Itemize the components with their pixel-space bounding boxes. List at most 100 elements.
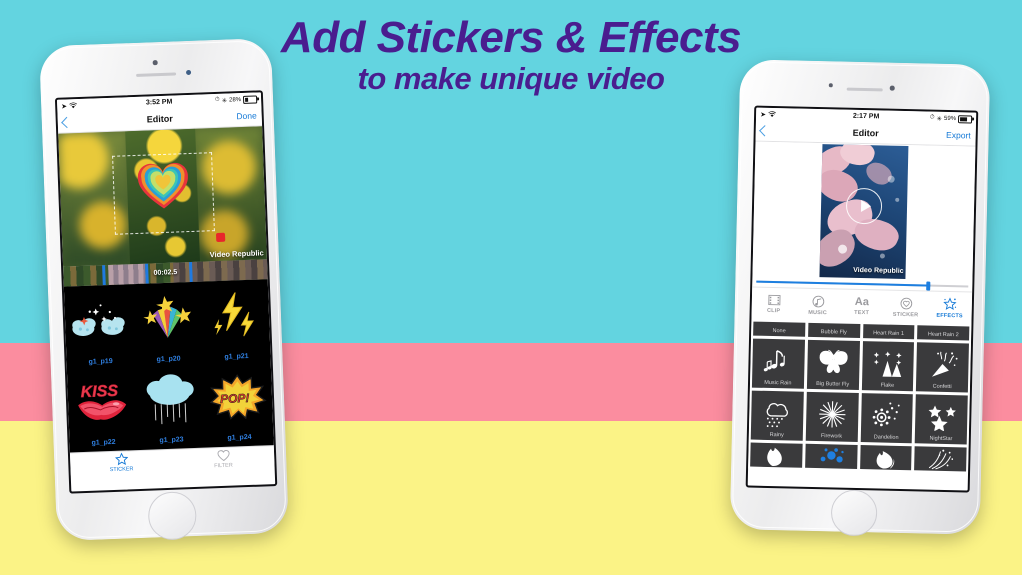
front-camera-icon [828, 83, 833, 88]
status-right-icons: ⏱ ✳ 28% [214, 94, 258, 105]
tab-label: TEXT [854, 309, 870, 316]
editor-tab-bar: CLIP MUSIC Aa TEXT STICKER EFFECTS [751, 286, 973, 325]
tab-filter[interactable]: FILTER [172, 446, 275, 472]
effect-item[interactable]: Confetti [916, 342, 969, 393]
sticker-label: g1_p20 [156, 355, 181, 364]
effect-label: None [772, 328, 786, 335]
tab-effects[interactable]: EFFECTS [927, 292, 972, 325]
effects-grid: None Bubble Fly Heart Rain 1 Heart Rain … [750, 321, 970, 472]
sticker-label: g1_p23 [159, 436, 184, 445]
clouds-sparkle-sticker [64, 292, 134, 348]
sticker-item[interactable]: g1_p21 [200, 283, 271, 366]
effect-item[interactable]: Heart Rain 1 [862, 324, 915, 340]
effect-item[interactable]: NightStar [914, 394, 968, 445]
done-button[interactable]: Done [236, 110, 257, 121]
lightning-bolt-sticker [200, 287, 270, 343]
phone-right: ➤ 2:17 PM ⏱ ✳ 59% Editor Export Video Re… [729, 59, 991, 537]
phone-left-screen: ➤ 3:52 PM ⏱ ✳ 28% Editor Done Video Repu… [54, 90, 278, 494]
earpiece-speaker [136, 72, 177, 77]
status-right-icons: ⏱ ✳ 59% [930, 114, 973, 123]
effect-label: Heart Rain 2 [927, 331, 959, 339]
home-button[interactable] [147, 490, 198, 541]
export-button[interactable]: Export [946, 130, 971, 141]
effect-item[interactable]: Heart Rain 2 [917, 325, 970, 341]
star-burst-sticker [132, 290, 202, 346]
effect-item[interactable] [914, 446, 967, 472]
film-icon [767, 294, 781, 306]
flame-icon [767, 447, 782, 467]
effect-item[interactable] [859, 445, 912, 471]
tab-sticker[interactable]: STICKER [70, 450, 173, 476]
effect-item[interactable]: Firework [805, 391, 859, 442]
proximity-sensor-icon [185, 69, 192, 76]
sticker-label: g1_p19 [88, 357, 113, 366]
effect-item[interactable]: Music Rain [751, 338, 805, 389]
effect-label: Confetti [932, 383, 952, 391]
svg-text:POP!: POP! [220, 391, 250, 406]
screenshot-stage: Add Stickers & Effects to make unique vi… [0, 0, 1022, 575]
battery-icon [957, 114, 973, 123]
music-note-icon [763, 349, 785, 371]
record-indicator-icon [216, 233, 226, 243]
effect-label: Flake [880, 382, 895, 389]
sticker-item[interactable]: KISS g1_p22 [67, 369, 138, 452]
fire-icon [876, 451, 895, 469]
blue-bubbles-icon [820, 448, 844, 463]
music-note-icon [812, 295, 824, 307]
effect-label: Firework [820, 433, 843, 440]
bluetooth-icon: ✳ [936, 115, 943, 123]
butterfly-icon [819, 349, 848, 373]
timeline-clip[interactable] [107, 263, 146, 286]
effect-item[interactable]: None [753, 321, 806, 337]
battery-percent-left: 28% [228, 96, 242, 103]
effects-panel: None Bubble Fly Heart Rain 1 Heart Rain … [748, 319, 972, 474]
page-title-left: Editor [146, 113, 173, 125]
effect-label: NightStar [929, 435, 953, 443]
effect-item[interactable]: Dandelion [860, 393, 914, 444]
effect-item[interactable]: Flake [861, 341, 915, 392]
tab-text[interactable]: Aa TEXT [839, 290, 884, 323]
effect-item[interactable]: Rainy [750, 390, 804, 441]
timeline-playhead[interactable] [144, 263, 149, 284]
phone-left: ➤ 3:52 PM ⏱ ✳ 28% Editor Done Video Repu… [39, 37, 289, 542]
tab-label: EFFECTS [936, 312, 963, 320]
tab-music[interactable]: MUSIC [795, 289, 840, 322]
tab-label: FILTER [214, 462, 233, 470]
sticker-selection-box[interactable] [112, 152, 215, 235]
sticker-label: g1_p24 [227, 433, 252, 442]
rainbow-heart-sticker[interactable] [135, 161, 191, 216]
effect-label: Rainy [769, 431, 784, 439]
tab-sticker[interactable]: STICKER [883, 291, 928, 324]
tab-clip[interactable]: CLIP [751, 288, 796, 321]
effect-item[interactable]: Big Butter Fly [806, 339, 860, 390]
sticker-item[interactable]: g1_p20 [132, 286, 203, 369]
bluetooth-icon: ✳ [221, 97, 228, 105]
effect-item[interactable] [750, 442, 803, 468]
effect-item[interactable] [804, 443, 858, 469]
sticker-item[interactable]: POP! g1_p24 [203, 364, 274, 447]
home-button[interactable] [830, 489, 878, 537]
preview-video-frame: Video Republic [819, 144, 909, 280]
video-preview-left[interactable]: Video Republic [58, 126, 267, 267]
page-title-right: Editor [852, 127, 879, 139]
sticker-item[interactable]: g1_p19 [64, 288, 135, 371]
timeline-playhead[interactable] [101, 265, 106, 286]
timeline-timecode: 00:02.5 [153, 269, 178, 277]
effect-item[interactable]: Bubble Fly [807, 322, 860, 339]
video-preview-right[interactable]: Video Republic [752, 141, 976, 282]
sparkler-icon [928, 449, 954, 470]
bubble-effect [895, 197, 900, 202]
effect-label: Heart Rain 1 [873, 330, 905, 338]
alarm-icon: ⏱ [214, 96, 220, 104]
play-triangle-icon[interactable] [860, 200, 871, 213]
dandelion-icon [873, 402, 901, 426]
sparkle-star-icon [943, 297, 957, 311]
firework-icon [818, 400, 846, 428]
stars-icon [928, 405, 957, 431]
sticker-label: g1_p22 [91, 438, 116, 447]
scrubber-knob[interactable] [925, 281, 930, 291]
tab-label: CLIP [766, 307, 781, 315]
sticker-item[interactable]: g1_p23 [135, 367, 206, 450]
proximity-sensor-icon [889, 85, 895, 91]
bubble-effect [879, 253, 885, 259]
